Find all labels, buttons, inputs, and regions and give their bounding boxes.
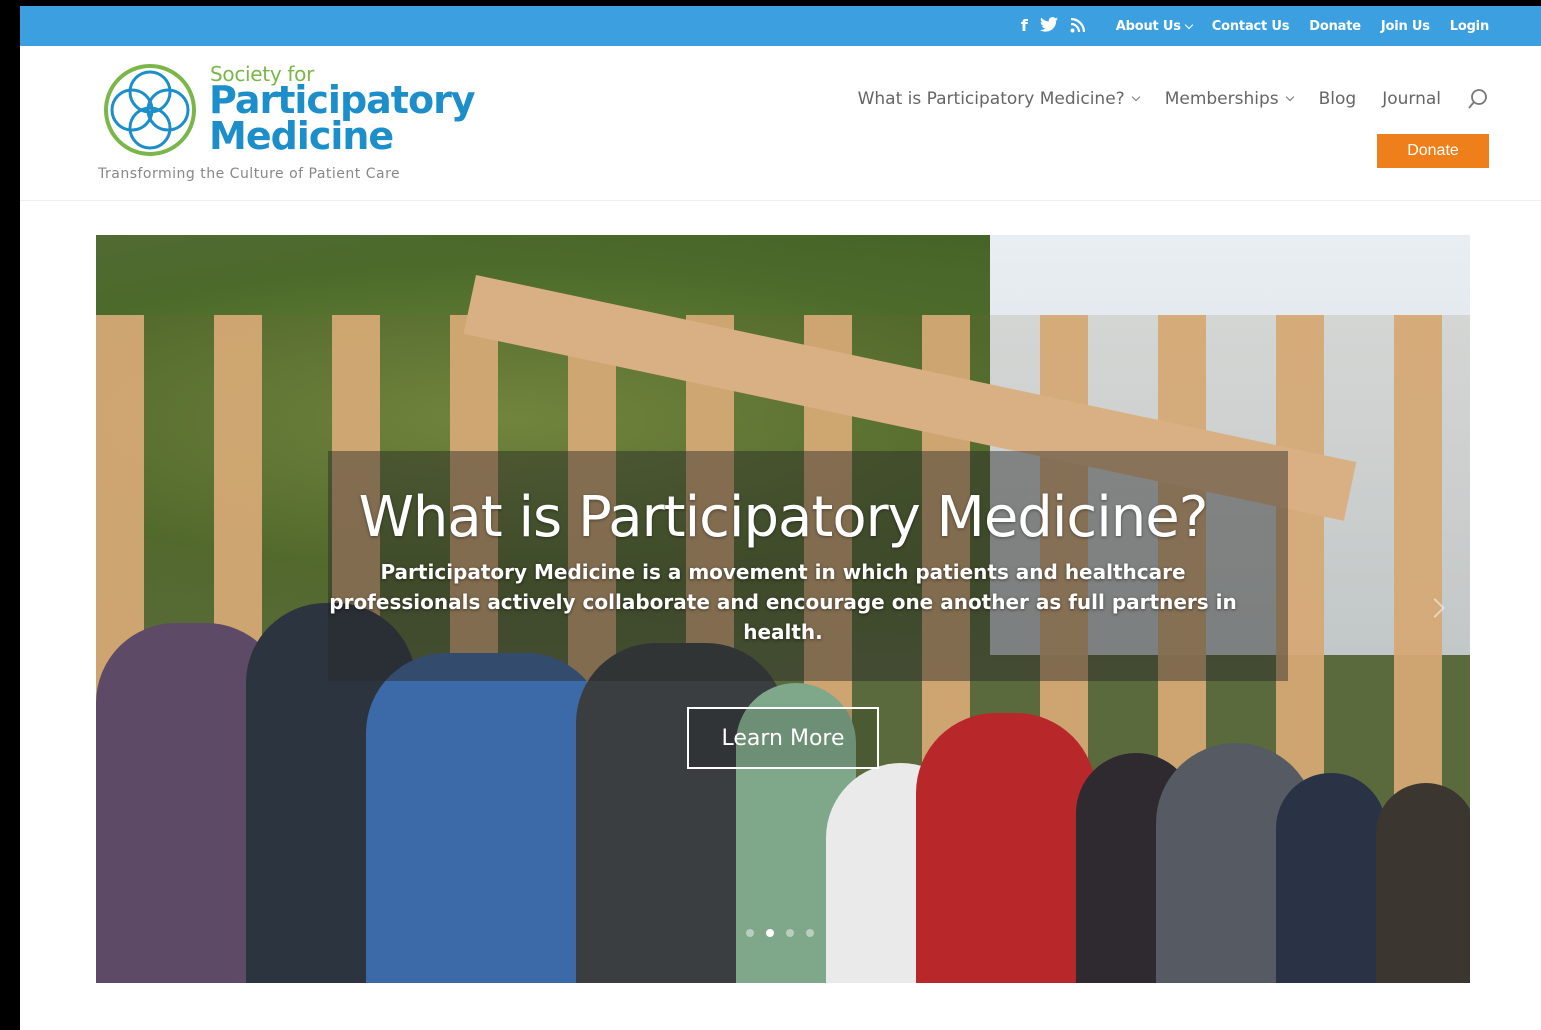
browser-page: f About Us Contact Us Donate Join Us Log… [20,6,1541,1030]
hero-subtitle: Participatory Medicine is a movement in … [329,560,1237,644]
nav-what-is-pm[interactable]: What is Participatory Medicine? [857,89,1140,109]
slider-dot[interactable] [786,929,794,937]
chevron-down-icon [1285,92,1294,102]
nav-blog[interactable]: Blog [1319,89,1357,109]
topnav-about-us[interactable]: About Us [1115,18,1194,34]
nav-memberships-label: Memberships [1164,89,1279,109]
slider-dot[interactable] [806,929,814,937]
topnav-contact-us[interactable]: Contact Us [1212,19,1290,34]
donate-button[interactable]: Donate [1377,134,1489,168]
chevron-down-icon [1131,92,1140,102]
site-header: Society for Participatory Medicine Trans… [20,46,1541,201]
slider-dot-active[interactable] [766,929,774,937]
topnav-join-us[interactable]: Join Us [1381,19,1430,34]
logo-line-3: Medicine [209,114,394,158]
site-tagline: Transforming the Culture of Patient Care [98,166,401,182]
learn-more-button[interactable]: Learn More [687,707,879,769]
rss-icon[interactable] [1070,17,1086,36]
social-links: f [1021,17,1086,36]
slider-dot[interactable] [746,929,754,937]
main-nav: What is Participatory Medicine? Membersh… [858,88,1489,110]
hero-slider: What is Participatory Medicine? Particip… [96,235,1470,983]
hero-title: What is Participatory Medicine? [358,485,1209,550]
utility-nav: About Us Contact Us Donate Join Us Login [1116,19,1489,34]
topnav-donate[interactable]: Donate [1309,19,1361,34]
topnav-about-us-label: About Us [1115,18,1181,34]
twitter-icon[interactable] [1039,17,1058,35]
nav-journal[interactable]: Journal [1382,89,1441,109]
logo-mark-icon [104,64,196,156]
nav-memberships[interactable]: Memberships [1164,89,1294,109]
nav-what-is-pm-label: What is Participatory Medicine? [857,89,1125,109]
facebook-icon[interactable]: f [1021,18,1028,34]
top-bar: f About Us Contact Us Donate Join Us Log… [20,6,1541,46]
topnav-login[interactable]: Login [1450,19,1489,34]
slider-pagination [746,929,814,937]
search-icon[interactable] [1467,88,1489,110]
chevron-down-icon [1184,20,1194,29]
